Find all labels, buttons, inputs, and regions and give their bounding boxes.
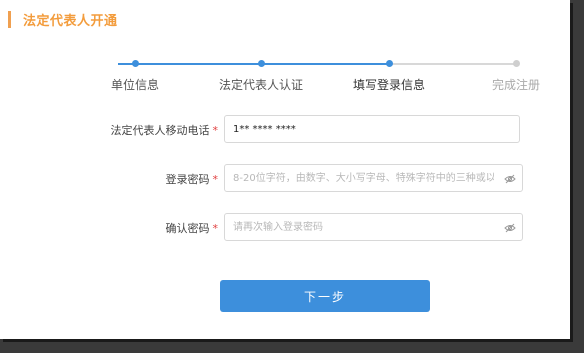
confirm-password-label: 确认密码 * — [165, 222, 219, 235]
confirm-password-input[interactable] — [225, 214, 522, 240]
required-mark: * — [212, 173, 219, 186]
registration-window: 法定代表人开通 单位信息 法定代表人认证 填写登录信息 完成注册 法定代表人移动… — [0, 0, 570, 339]
step-dot-4 — [513, 60, 520, 67]
password-field-box — [224, 164, 523, 192]
eye-off-icon[interactable] — [504, 222, 516, 234]
phone-row: 法定代表人移动电话 * — [0, 115, 570, 145]
progress-stepper: 单位信息 法定代表人认证 填写登录信息 完成注册 — [0, 58, 570, 98]
step-label-legal-rep-auth: 法定代表人认证 — [218, 78, 304, 92]
step-dot-2 — [258, 60, 265, 67]
step-connector-2 — [262, 63, 389, 65]
password-input[interactable] — [225, 165, 522, 191]
phone-input[interactable] — [225, 116, 519, 142]
confirm-password-row: 确认密码 * — [0, 213, 570, 243]
step-label-complete: 完成注册 — [491, 78, 541, 92]
required-mark: * — [212, 222, 219, 235]
page-title: 法定代表人开通 — [23, 13, 118, 29]
step-label-login-info: 填写登录信息 — [352, 78, 426, 92]
next-step-button[interactable]: 下一步 — [220, 280, 430, 312]
step-label-unit-info: 单位信息 — [110, 78, 160, 92]
phone-field-box — [224, 115, 520, 143]
eye-off-icon[interactable] — [504, 173, 516, 185]
required-mark: * — [212, 124, 219, 137]
step-dot-3 — [386, 60, 393, 67]
phone-label: 法定代表人移动电话 * — [110, 124, 219, 137]
title-accent-bar — [8, 10, 11, 28]
page-header: 法定代表人开通 — [8, 10, 118, 29]
step-connector-1 — [118, 63, 260, 65]
step-dot-1 — [132, 60, 139, 67]
password-row: 登录密码 * — [0, 164, 570, 194]
step-connector-3 — [392, 63, 516, 65]
confirm-password-field-box — [224, 213, 523, 241]
password-label: 登录密码 * — [165, 173, 219, 186]
